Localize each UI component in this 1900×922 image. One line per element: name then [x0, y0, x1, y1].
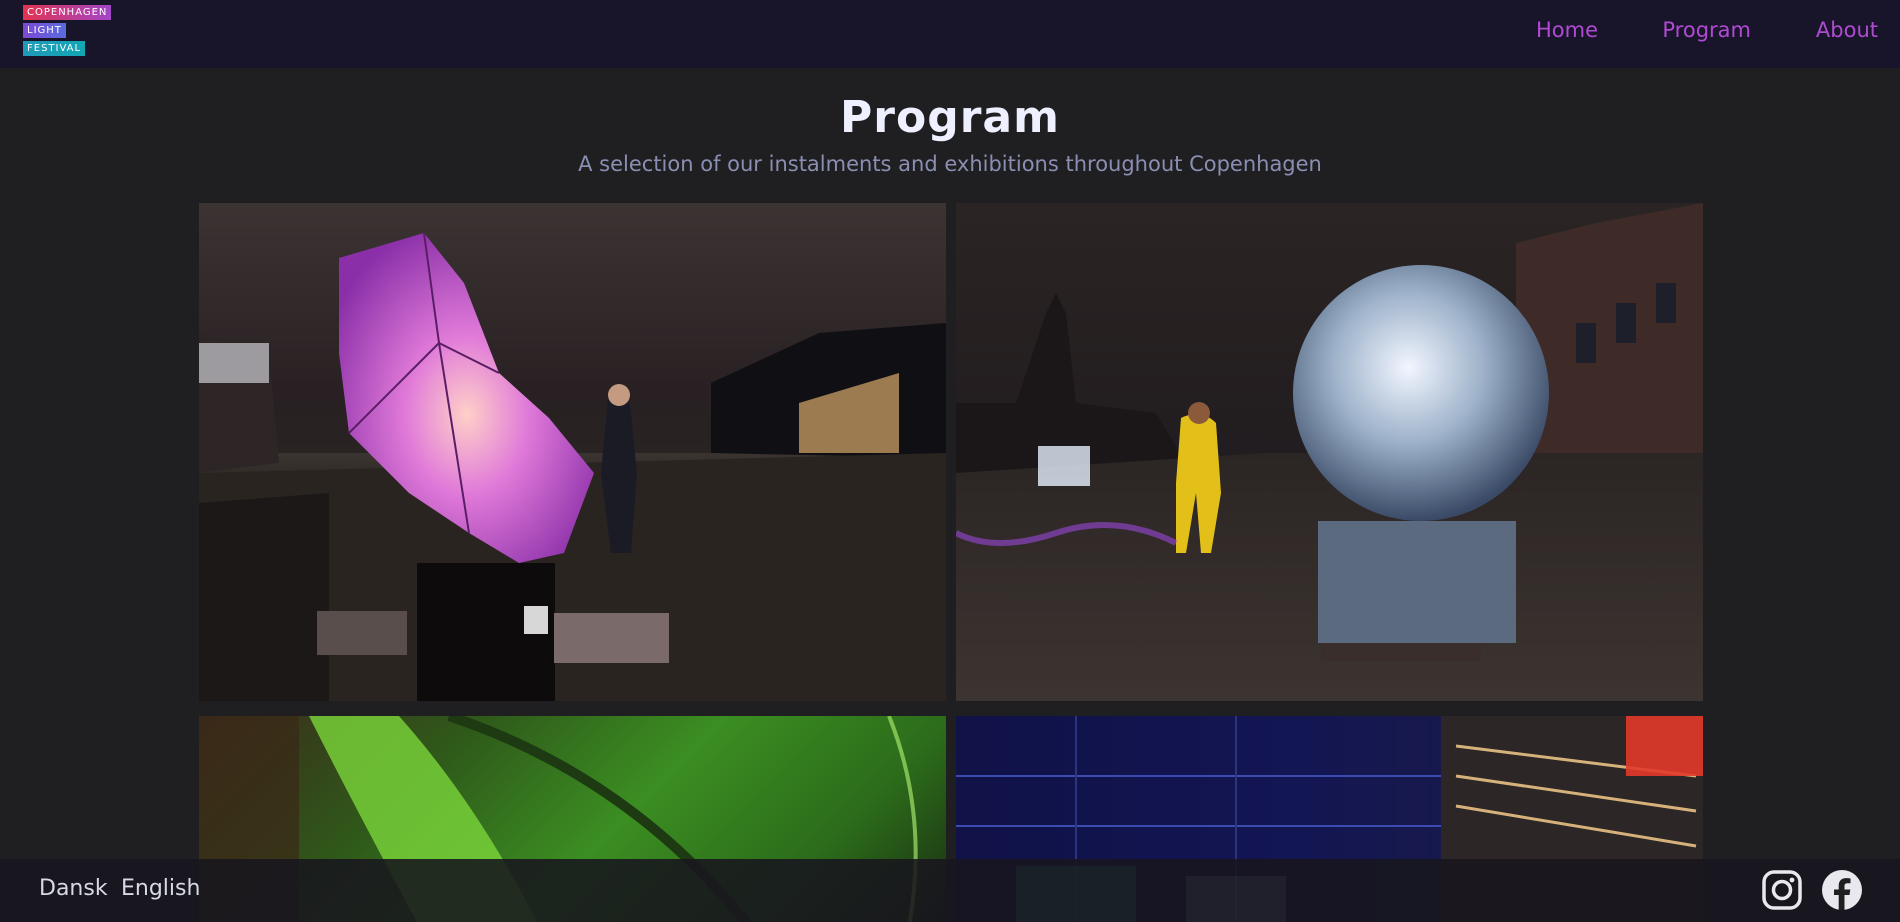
nav-link-about[interactable]: About: [1816, 18, 1878, 42]
facebook-icon[interactable]: [1821, 869, 1863, 911]
logo-line-festival: FESTIVAL: [23, 41, 86, 56]
festival-logo[interactable]: COPENHAGEN LIGHT FESTIVAL: [23, 5, 112, 59]
page-title: Program: [840, 92, 1060, 143]
program-photo-disco-ball[interactable]: [956, 203, 1703, 701]
logo-line-copenhagen: COPENHAGEN: [23, 5, 112, 20]
nav-link-program[interactable]: Program: [1662, 18, 1751, 42]
language-dansk[interactable]: Dansk: [39, 876, 108, 901]
language-english[interactable]: English: [121, 876, 200, 901]
crystal-sculpture-illustration: [199, 232, 946, 701]
footer-bar: Dansk English: [0, 859, 1900, 922]
logo-line-light: LIGHT: [23, 23, 66, 38]
disco-ball-illustration: [956, 203, 1703, 701]
program-gallery: [199, 203, 1703, 922]
program-photo-crystal-sculpture[interactable]: [199, 203, 946, 701]
nav-link-home[interactable]: Home: [1536, 18, 1598, 42]
page-subtitle: A selection of our instalments and exhib…: [578, 152, 1322, 176]
instagram-icon[interactable]: [1761, 869, 1803, 911]
top-navbar: COPENHAGEN LIGHT FESTIVAL Home Program A…: [0, 0, 1900, 68]
